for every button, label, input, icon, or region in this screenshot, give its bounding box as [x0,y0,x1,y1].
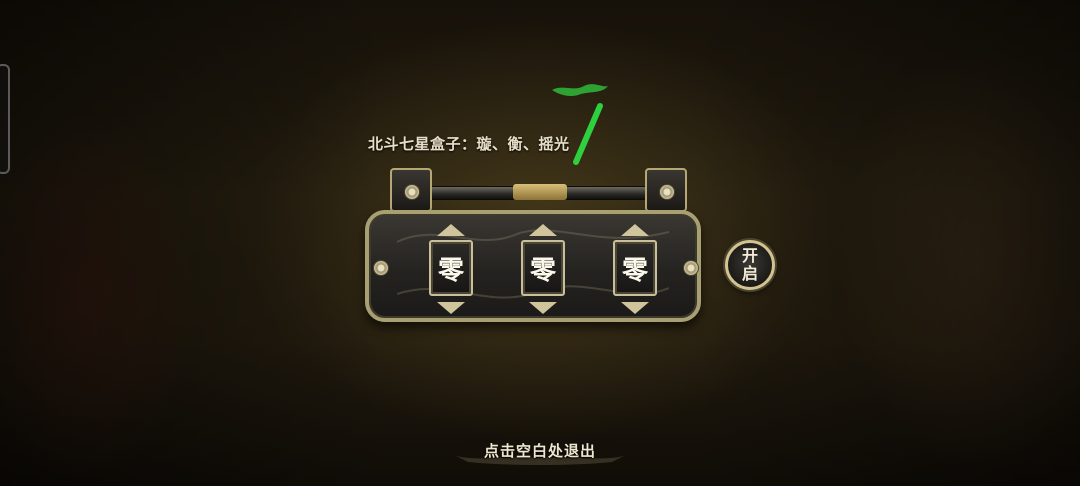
shackle-clasp [513,184,567,200]
open-lock-button-label: 开启 [741,246,758,283]
dial-2: 零 [521,224,565,314]
lock-body: 零 零 零 [365,210,701,322]
lock-post-right [645,168,687,212]
exit-hint-banner[interactable]: 点击空白处退出 [452,432,628,466]
dial-2-up-arrow-icon[interactable] [529,224,557,236]
dial-3-value[interactable]: 零 [613,240,657,296]
dial-1-value[interactable]: 零 [429,240,473,296]
flower-ornament-icon [683,260,699,276]
dial-3-down-arrow-icon[interactable] [621,302,649,314]
flower-ornament-icon [659,184,675,200]
flower-ornament-icon [404,184,420,200]
combination-lock: 零 零 零 [365,168,715,324]
side-panel-handle[interactable] [0,64,10,174]
open-lock-button[interactable]: 开启 [725,240,775,290]
hint-text: 北斗七星盒子：璇、衡、摇光 [368,135,570,153]
dial-2-down-arrow-icon[interactable] [529,302,557,314]
flower-ornament-icon [373,260,389,276]
dial-3-up-arrow-icon[interactable] [621,224,649,236]
lock-post-left [390,168,432,212]
dial-1-up-arrow-icon[interactable] [437,224,465,236]
exit-hint-text: 点击空白处退出 [483,442,596,460]
dial-1-down-arrow-icon[interactable] [437,302,465,314]
dial-1: 零 [429,224,473,314]
dial-3: 零 [613,224,657,314]
dial-2-value[interactable]: 零 [521,240,565,296]
